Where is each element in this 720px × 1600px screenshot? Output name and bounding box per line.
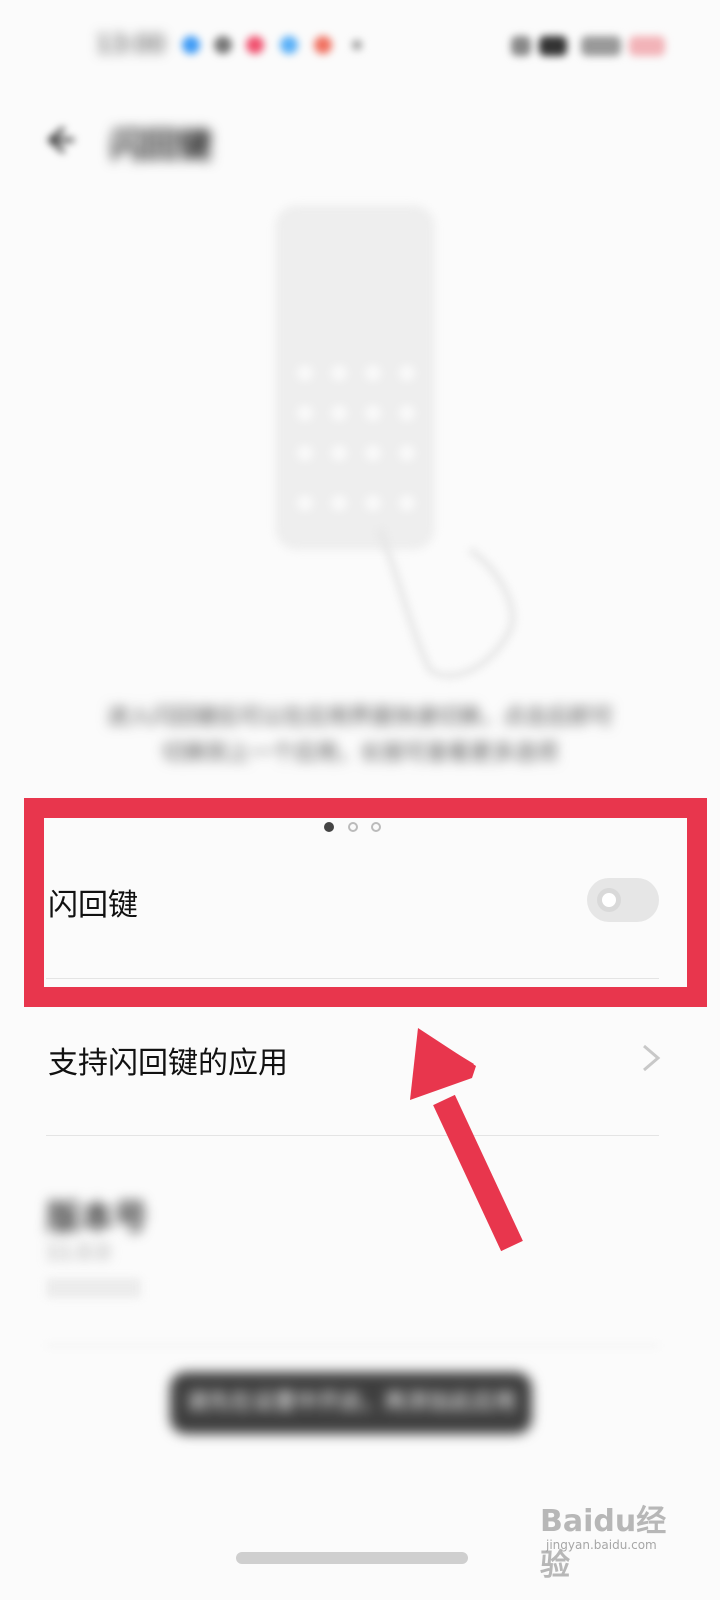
description-line-2: 切换到上一个应用，长按可查看更多选项 (161, 741, 558, 766)
app-dot (297, 495, 313, 511)
app-dot (331, 405, 347, 421)
notification-icon (214, 36, 232, 54)
notification-icon (182, 36, 200, 54)
app-dot (365, 495, 381, 511)
app-dot (331, 365, 347, 381)
app-dot (399, 495, 415, 511)
app-dot (365, 445, 381, 461)
app-dot (399, 445, 415, 461)
finger-gesture-icon (370, 520, 540, 690)
notification-icon (280, 36, 298, 54)
network-icon (581, 36, 621, 56)
notification-icons (178, 30, 378, 60)
battery-icon (629, 36, 665, 56)
version-sub-placeholder (46, 1278, 141, 1298)
watermark-url: jingyan.baidu.com (546, 1538, 657, 1552)
notification-icon (246, 36, 264, 54)
status-time: 13:00 (96, 30, 166, 58)
wifi-icon (539, 36, 567, 56)
page-title: 闪回键 (110, 126, 212, 166)
notification-icon (352, 40, 362, 50)
app-dot (331, 495, 347, 511)
status-right-icons (505, 28, 675, 64)
highlight-box (24, 798, 707, 1007)
chevron-right-icon[interactable] (638, 1042, 664, 1074)
app-dot (331, 445, 347, 461)
status-bar: 13:00 (0, 0, 720, 90)
app-dot (297, 365, 313, 381)
signal-icon (511, 36, 531, 56)
divider (46, 1345, 659, 1346)
app-dot (297, 445, 313, 461)
app-dot (365, 405, 381, 421)
supported-apps-label[interactable]: 支持闪回键的应用 (48, 1038, 288, 1082)
toast-message: 请先在设置中开启，再添加此应用 (170, 1372, 532, 1434)
app-dot (399, 365, 415, 381)
version-value: 11.0.0 (46, 1240, 110, 1264)
phone-illustration (275, 205, 435, 550)
back-arrow-icon[interactable] (40, 120, 80, 160)
feature-description: 进入闪回键后可以在应用界面快速切换，点击后即可 切换到上一个应用，长按可查看更多… (80, 700, 640, 772)
baidu-watermark: Baidu经验 jingyan.baidu.com (540, 1490, 680, 1583)
annotation-arrow-icon (410, 1028, 523, 1252)
version-title: 版本号 (46, 1198, 148, 1238)
app-dot (399, 405, 415, 421)
notification-icon (314, 36, 332, 54)
app-dot (365, 365, 381, 381)
description-line-1: 进入闪回键后可以在应用界面快速切换，点击后即可 (106, 705, 613, 730)
home-indicator[interactable] (236, 1552, 468, 1564)
divider (46, 1135, 659, 1136)
app-dot (297, 405, 313, 421)
